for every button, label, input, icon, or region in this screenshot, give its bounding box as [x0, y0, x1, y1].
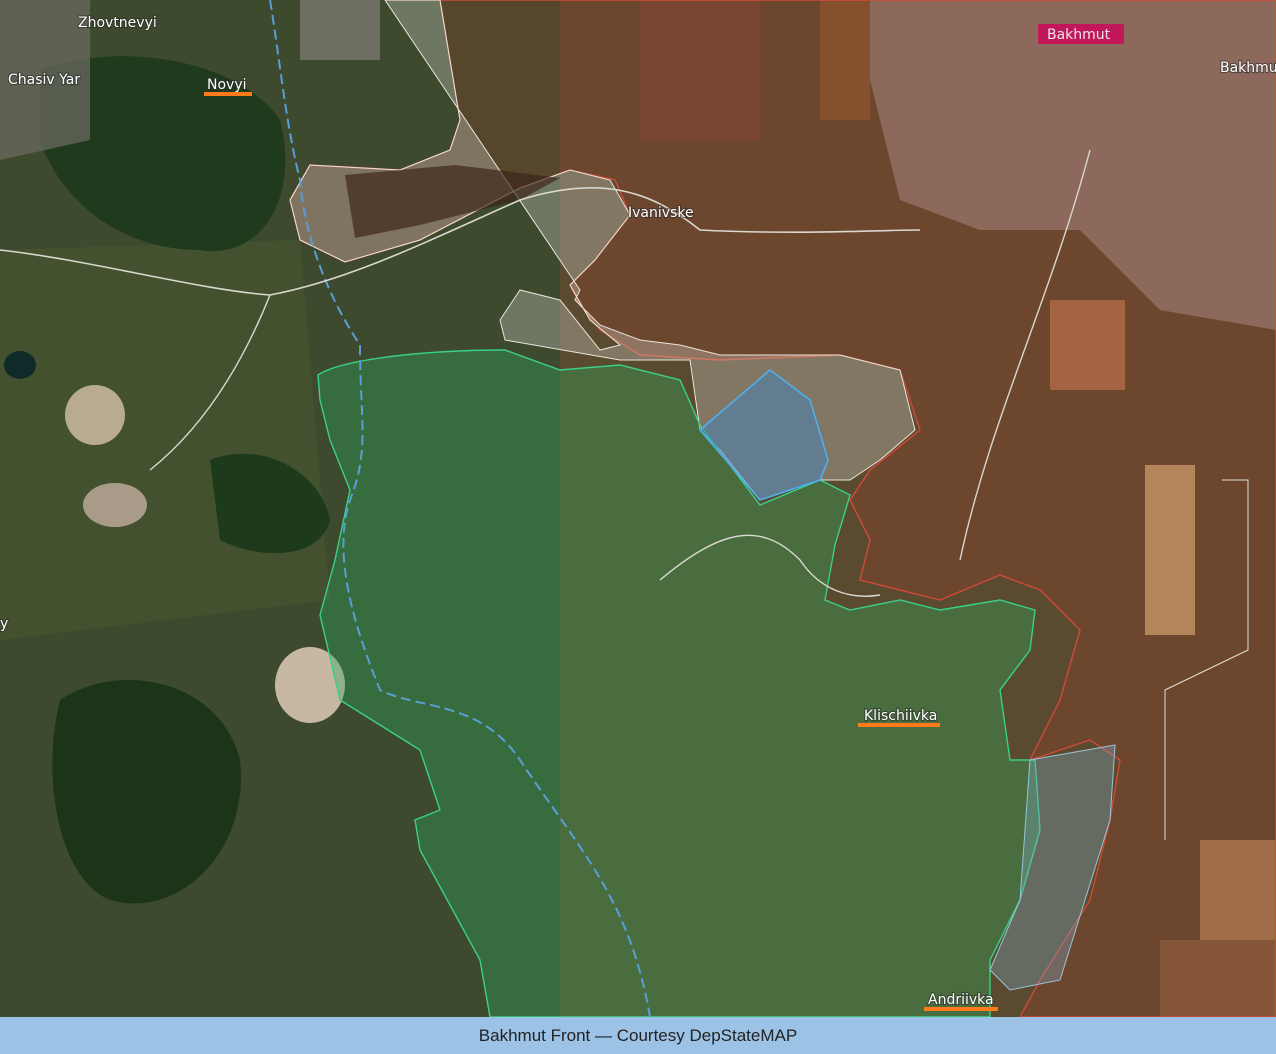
pond: [4, 351, 36, 379]
underline-andriivka: [924, 1007, 998, 1011]
place-label-ivanivske: Ivanivske: [628, 205, 694, 221]
place-label-andriivka: Andriivka: [928, 992, 994, 1008]
quarry-1: [65, 385, 125, 445]
place-label-novyi: Novyi: [207, 77, 247, 93]
place-label-bakhmut-edge: Bakhmut: [1220, 60, 1276, 76]
underline-klischiivka: [858, 723, 940, 727]
quarry-2: [83, 483, 147, 527]
caption-bar: Bakhmut Front — Courtesy DepStateMAP: [0, 1017, 1276, 1054]
satellite-map[interactable]: Zhovtnevyi Chasiv Yar Novyi Ivanivske Ba…: [0, 0, 1276, 1017]
place-label-zhovtnevyi: Zhovtnevyi: [78, 15, 157, 31]
caption-text: Bakhmut Front — Courtesy DepStateMAP: [478, 1025, 798, 1045]
underline-novyi: [204, 92, 252, 96]
terrain-west-fields: [0, 240, 330, 640]
place-label-bakhmut: Bakhmut: [1047, 27, 1111, 43]
urban-zhovtnevyi: [300, 0, 380, 60]
place-label-edge: y: [0, 616, 8, 632]
place-label-klischiivka: Klischiivka: [864, 708, 937, 724]
map-canvas: Zhovtnevyi Chasiv Yar Novyi Ivanivske Ba…: [0, 0, 1276, 1017]
place-label-chasiv-yar: Chasiv Yar: [8, 72, 80, 88]
